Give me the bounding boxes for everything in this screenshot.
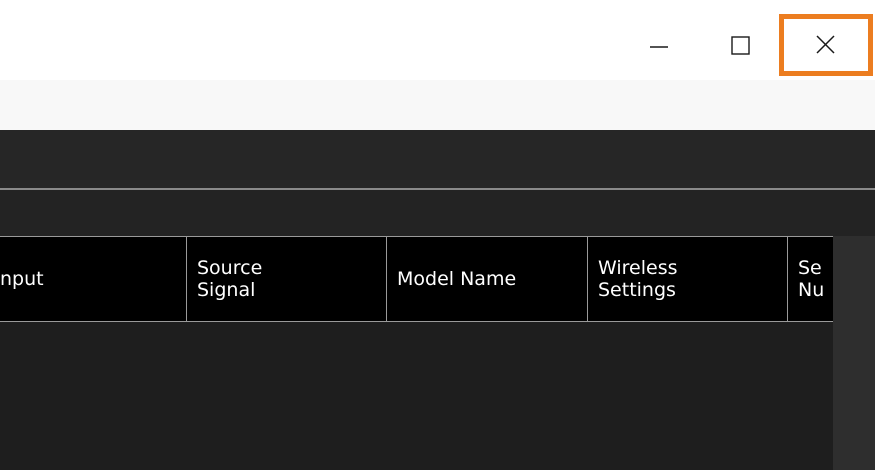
column-header-input[interactable]: nput <box>0 237 187 321</box>
app-content: nput Source Signal Model Name Wireless S… <box>0 130 875 470</box>
table-header-row: nput Source Signal Model Name Wireless S… <box>0 236 833 322</box>
device-table: nput Source Signal Model Name Wireless S… <box>0 236 833 470</box>
toolbar-area <box>0 80 875 130</box>
column-header-wireless-settings[interactable]: Wireless Settings <box>588 237 788 321</box>
minimize-button[interactable] <box>629 14 691 78</box>
minimize-icon <box>650 46 668 48</box>
header-divider <box>0 188 875 190</box>
close-icon <box>816 35 835 54</box>
close-button[interactable] <box>779 14 873 76</box>
maximize-icon <box>731 36 750 55</box>
column-header-serial-number[interactable]: Se Nu <box>788 237 833 321</box>
table-side-panel <box>833 236 875 470</box>
column-header-model-name[interactable]: Model Name <box>387 237 588 321</box>
app-header <box>0 130 875 188</box>
window-titlebar <box>0 0 875 80</box>
maximize-button[interactable] <box>710 14 772 78</box>
column-header-source-signal[interactable]: Source Signal <box>187 237 387 321</box>
